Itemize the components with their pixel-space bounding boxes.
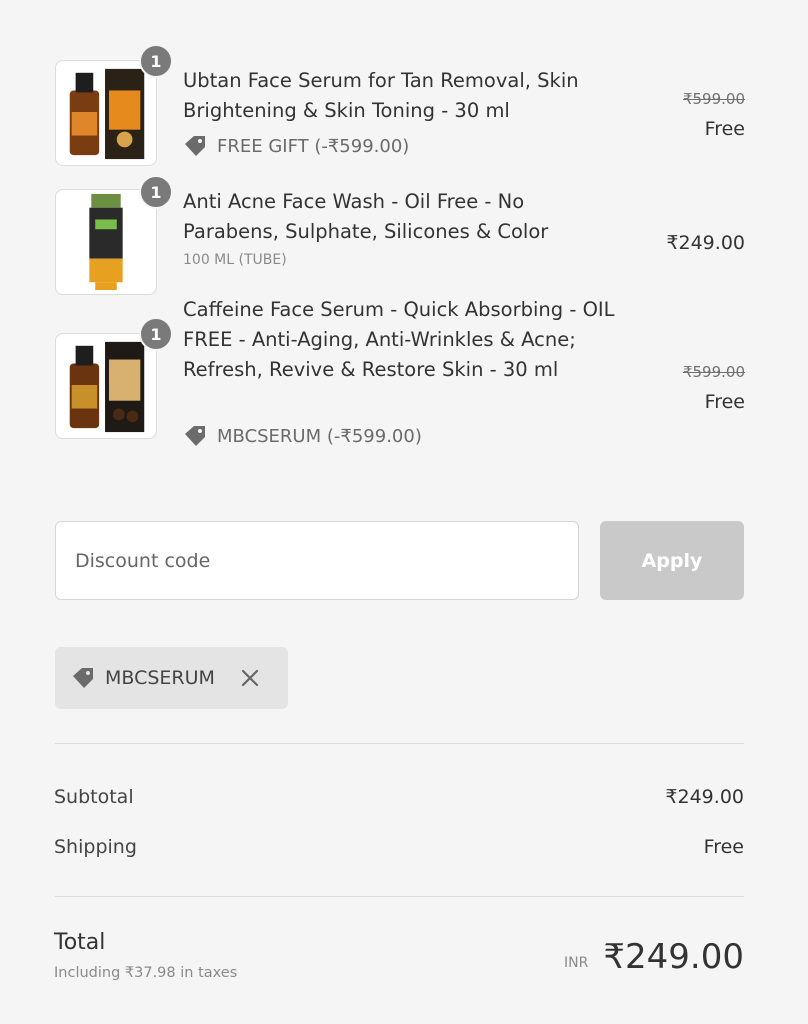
discount-allocation: MBCSERUM (-₹599.00) xyxy=(183,425,422,447)
original-price: ₹599.00 xyxy=(682,363,745,381)
tag-icon xyxy=(73,668,93,688)
product-title: Ubtan Face Serum for Tan Removal, Skin B… xyxy=(183,69,579,122)
tag-icon xyxy=(185,426,205,446)
discount-label: MBCSERUM (-₹599.00) xyxy=(217,425,422,447)
subtotal-label: Subtotal xyxy=(54,786,134,808)
item-price: ₹249.00 xyxy=(666,232,745,254)
product-thumbnail xyxy=(55,333,157,439)
apply-discount-button[interactable]: Apply xyxy=(600,521,744,600)
product-thumbnail xyxy=(55,60,157,166)
variant-label: 100 ML (TUBE) xyxy=(183,252,287,268)
currency-code: INR xyxy=(564,955,589,971)
original-price: ₹599.00 xyxy=(682,90,745,108)
line-item-face-wash: 1 Anti Acne Face Wash - Oil Free - No Pa… xyxy=(55,175,745,295)
quantity-badge: 1 xyxy=(139,175,173,209)
applied-discount-code: MBCSERUM xyxy=(105,667,215,689)
quantity-badge: 1 xyxy=(139,44,173,78)
face-wash-tube-icon xyxy=(89,193,123,291)
line-item-ubtan-serum: 1 Ubtan Face Serum for Tan Removal, Skin… xyxy=(55,44,745,168)
total-label: Total xyxy=(54,930,106,955)
tag-icon xyxy=(185,136,205,156)
total-value: ₹249.00 xyxy=(603,937,744,977)
divider xyxy=(55,896,744,897)
item-price: Free xyxy=(704,391,745,413)
product-title: Caffeine Face Serum - Quick Absorbing - … xyxy=(183,298,615,381)
discount-code-input[interactable] xyxy=(55,521,579,600)
serum-bottle-icon xyxy=(69,341,145,433)
remove-discount-close-icon[interactable] xyxy=(239,667,261,689)
item-price: Free xyxy=(704,118,745,140)
discount-label: FREE GIFT (-₹599.00) xyxy=(217,135,410,157)
shipping-label: Shipping xyxy=(54,836,137,858)
line-item-caffeine-serum: 1 Caffeine Face Serum - Quick Absorbing … xyxy=(55,295,745,455)
discount-allocation: FREE GIFT (-₹599.00) xyxy=(183,135,409,157)
shipping-value: Free xyxy=(703,836,744,858)
product-thumbnail xyxy=(55,189,157,295)
subtotal-value: ₹249.00 xyxy=(665,786,744,808)
quantity-badge: 1 xyxy=(139,317,173,351)
divider xyxy=(55,743,744,744)
product-title: Anti Acne Face Wash - Oil Free - No Para… xyxy=(183,190,549,243)
tax-note: Including ₹37.98 in taxes xyxy=(54,965,238,981)
serum-bottle-icon xyxy=(69,68,145,160)
applied-discount-chip: MBCSERUM xyxy=(55,647,288,709)
